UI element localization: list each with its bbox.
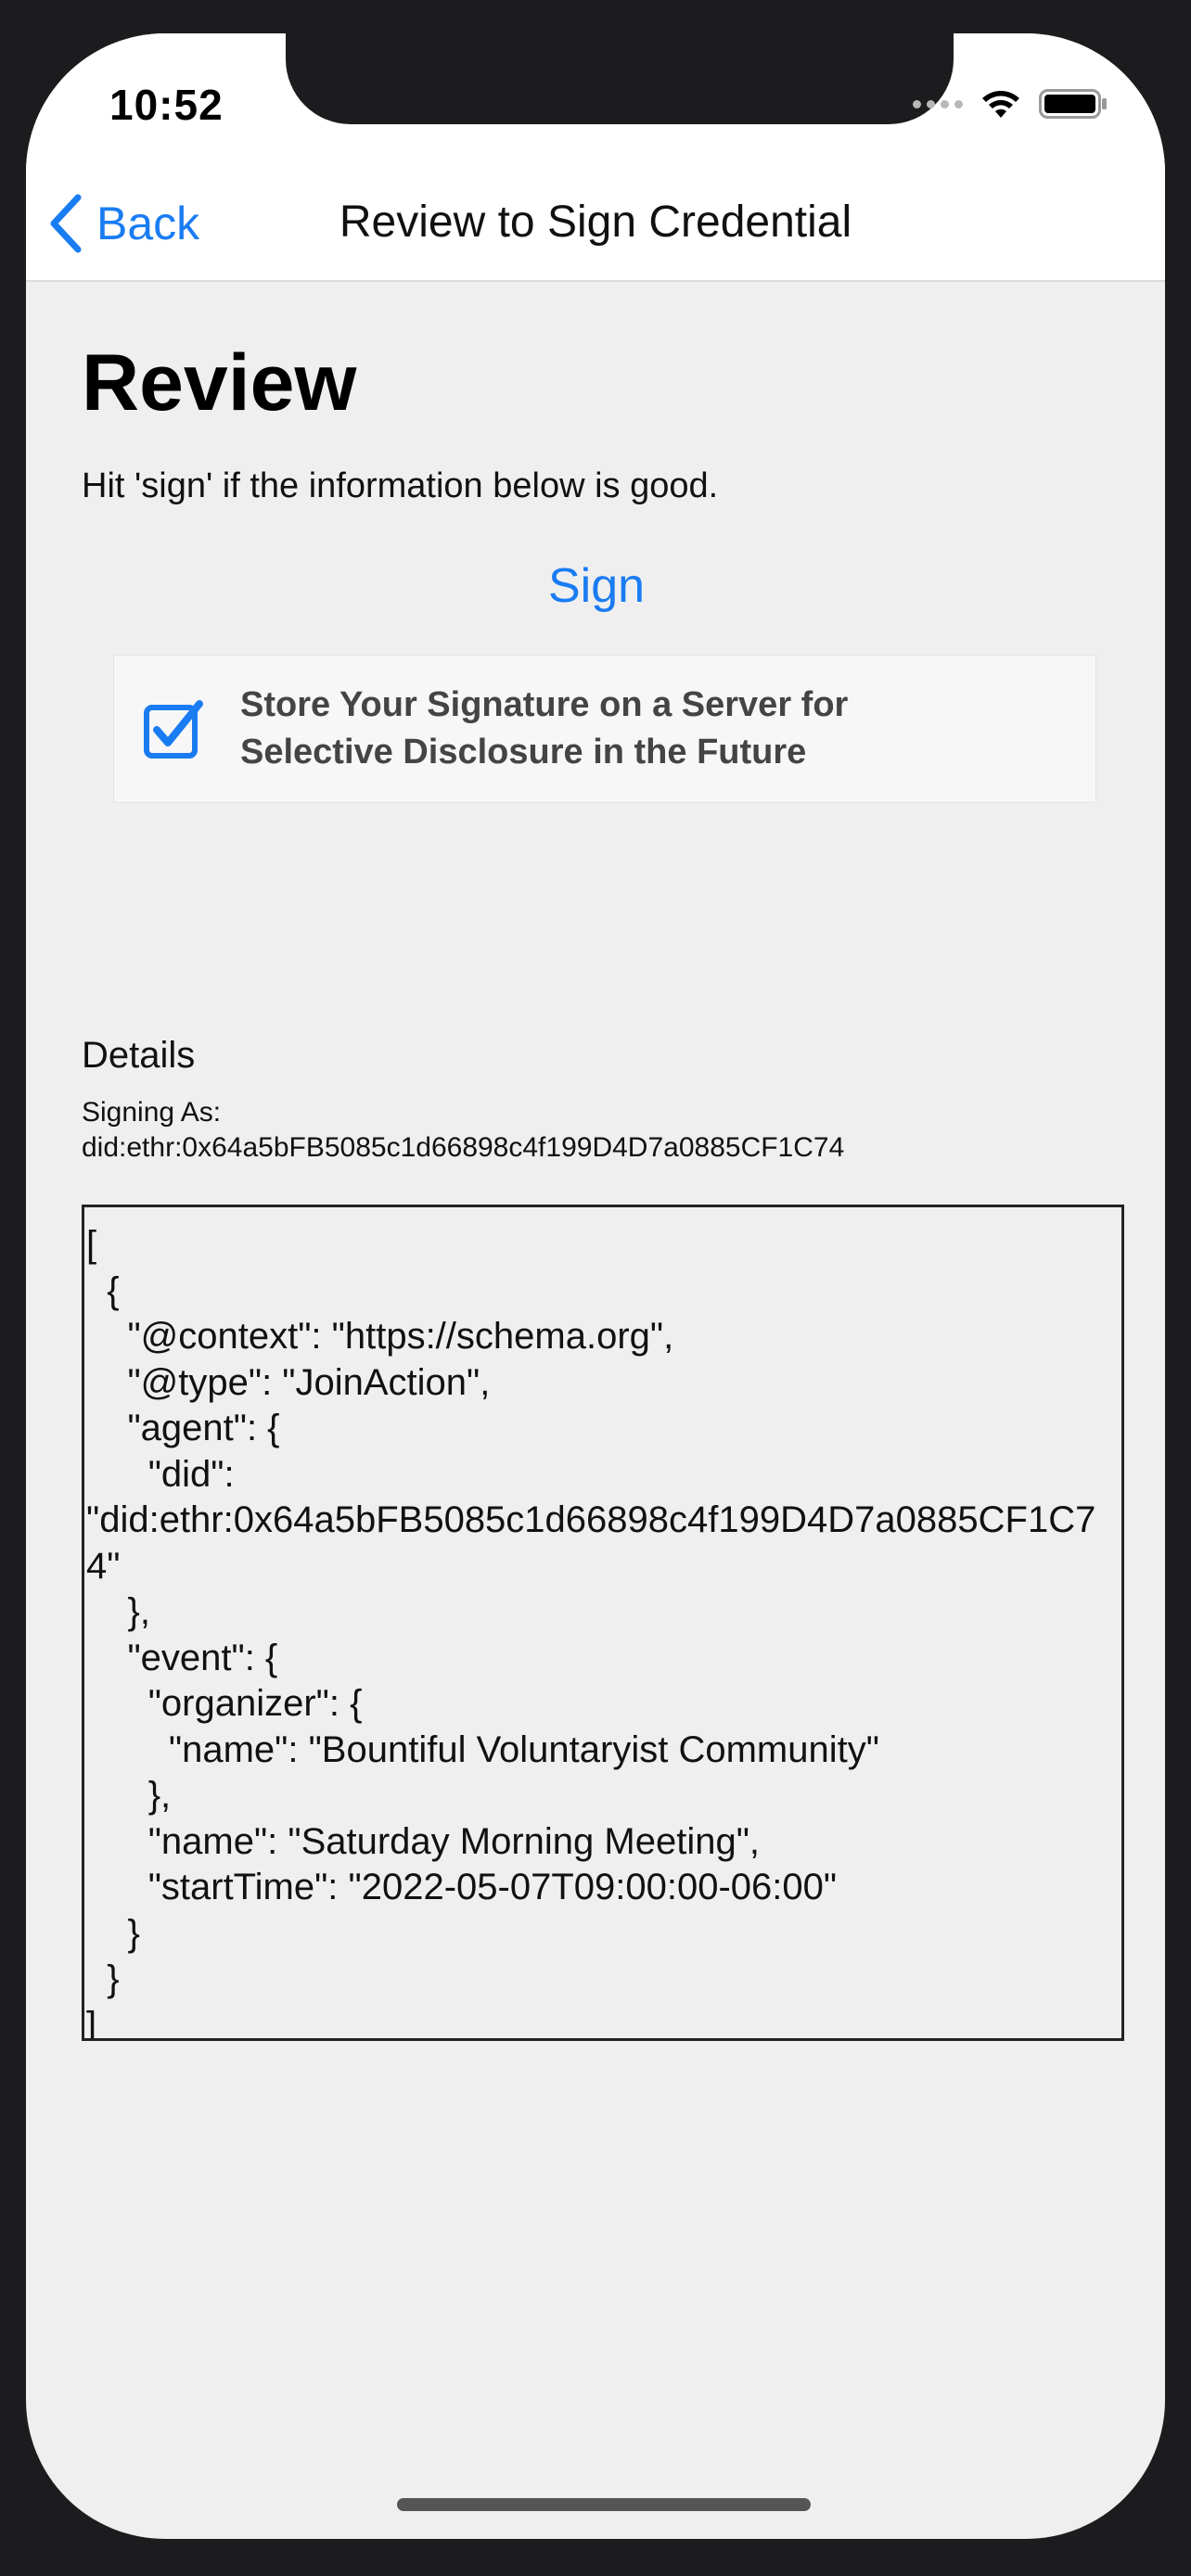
status-icons xyxy=(913,85,1109,122)
details-heading: Details xyxy=(82,1034,196,1076)
signing-as-did: did:ethr:0x64a5bFB5085c1d66898c4f199D4D7… xyxy=(82,1131,845,1163)
store-signature-label: Store Your Signature on a Server for Sel… xyxy=(240,682,848,774)
credential-json-text: [ { "@context": "https://schema.org", "@… xyxy=(86,1224,1096,2042)
store-signature-checkbox[interactable]: Store Your Signature on a Server for Sel… xyxy=(113,654,1096,803)
checkbox-checked-icon[interactable] xyxy=(142,696,207,761)
sign-button[interactable]: Sign xyxy=(457,558,736,614)
cellular-signal-icon xyxy=(913,99,963,108)
battery-icon xyxy=(1039,89,1107,119)
status-time: 10:52 xyxy=(109,81,224,129)
review-instructions: Hit 'sign' if the information below is g… xyxy=(82,465,719,505)
wifi-icon xyxy=(982,91,1019,118)
nav-title: Review to Sign Credential xyxy=(339,198,852,247)
phone-screen: 10:52 Back Review to Sign Credential Rev… xyxy=(26,33,1165,2539)
home-indicator[interactable] xyxy=(397,2498,811,2511)
device-notch xyxy=(286,33,954,124)
signing-as-label: Signing As: xyxy=(82,1096,222,1128)
signing-as: Signing As: did:ethr:0x64a5bFB5085c1d668… xyxy=(82,1095,1111,1167)
review-content: Review Hit 'sign' if the information bel… xyxy=(82,338,1124,2042)
credential-json-view[interactable]: [ { "@context": "https://schema.org", "@… xyxy=(82,1205,1124,2042)
page-title: Review xyxy=(82,338,357,427)
top-bar: 10:52 Back Review to Sign Credential xyxy=(26,33,1165,282)
store-signature-label-line1: Store Your Signature on a Server for xyxy=(240,685,849,725)
store-signature-label-line2: Selective Disclosure in the Future xyxy=(240,732,807,772)
